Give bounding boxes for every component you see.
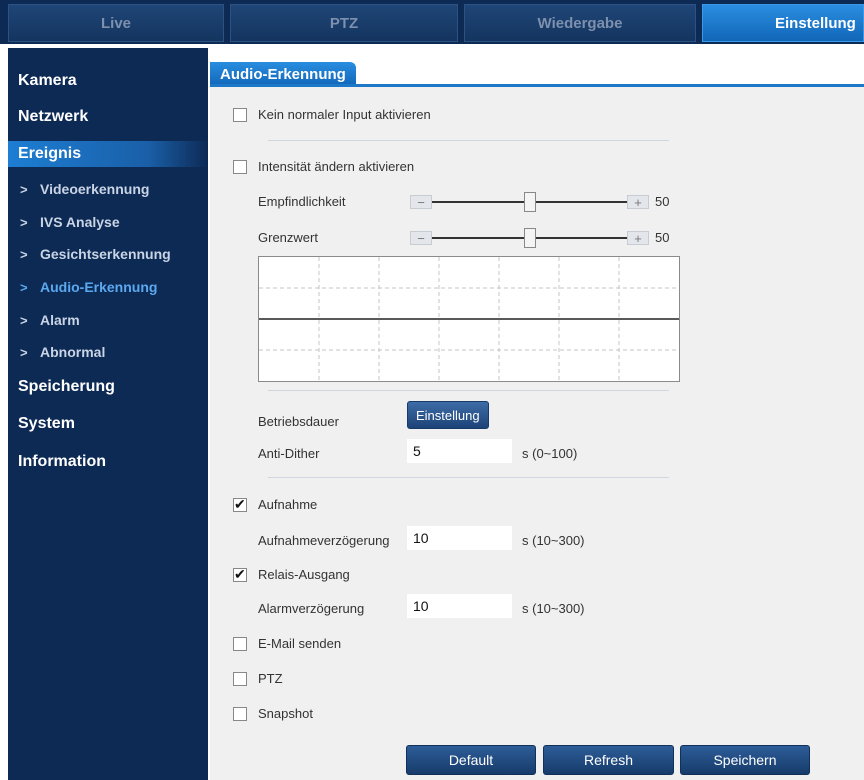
sidebar-item-storage[interactable]: Speicherung: [8, 374, 208, 400]
tab-ptz[interactable]: PTZ: [230, 4, 458, 42]
sidebar-subitem-ivs[interactable]: > IVS Analyse: [8, 210, 208, 234]
relay-output-checkbox[interactable]: [233, 566, 247, 583]
email-checkbox[interactable]: [233, 637, 247, 651]
sidebar: Kamera Netzwerk Ereignis > Videoerkennun…: [8, 48, 208, 780]
alarm-delay-unit: s (10~300): [522, 601, 585, 616]
save-button[interactable]: Speichern: [680, 745, 810, 775]
relay-output-label: Relais-Ausgang: [258, 567, 350, 582]
ptz-label: PTZ: [258, 671, 283, 686]
sidebar-item-system[interactable]: System: [8, 411, 208, 437]
chevron-right-icon: >: [20, 214, 28, 230]
sidebar-item-network[interactable]: Netzwerk: [8, 104, 208, 130]
top-navigation: Live PTZ Wiedergabe Einstellung: [0, 0, 864, 44]
plus-icon[interactable]: +: [627, 231, 649, 246]
tab-live[interactable]: Live: [8, 4, 224, 42]
alarm-delay-input[interactable]: [407, 594, 512, 618]
anti-dither-unit: s (0~100): [522, 446, 578, 461]
chevron-right-icon: >: [20, 312, 28, 328]
sidebar-subitem-abnormal[interactable]: > Abnormal: [8, 340, 208, 364]
sensitivity-label: Empfindlichkeit: [258, 194, 346, 209]
alarm-delay-label: Alarmverzögerung: [258, 601, 365, 616]
page-title: Audio-Erkennung: [210, 62, 356, 86]
sidebar-item-event[interactable]: Ereignis: [8, 141, 208, 167]
sidebar-subitem-label: IVS Analyse: [40, 214, 120, 230]
sensitivity-slider[interactable]: − + 50: [410, 192, 680, 212]
form-panel: [210, 87, 864, 780]
email-label: E-Mail senden: [258, 636, 342, 651]
record-delay-input[interactable]: [407, 526, 512, 550]
record-delay-unit: s (10~300): [522, 533, 585, 548]
sidebar-subitem-label: Abnormal: [40, 344, 106, 360]
sidebar-item-camera[interactable]: Kamera: [8, 68, 208, 94]
tab-playback[interactable]: Wiedergabe: [464, 4, 696, 42]
sidebar-item-information[interactable]: Information: [8, 449, 208, 475]
sidebar-subitem-label: Gesichtserkennung: [40, 246, 171, 262]
title-divider: [210, 84, 864, 87]
audio-level-graph: [258, 256, 680, 382]
default-button[interactable]: Default: [406, 745, 536, 775]
divider: [268, 140, 669, 141]
chevron-right-icon: >: [20, 246, 28, 262]
record-label: Aufnahme: [258, 497, 318, 512]
anti-dither-input[interactable]: [407, 439, 512, 463]
chevron-right-icon: >: [20, 279, 28, 295]
slider-handle[interactable]: [524, 228, 536, 248]
audio-graph-svg: [259, 257, 679, 381]
minus-icon[interactable]: −: [410, 195, 432, 210]
threshold-slider[interactable]: − + 50: [410, 228, 680, 248]
intensity-checkbox[interactable]: [233, 160, 247, 174]
slider-handle[interactable]: [524, 192, 536, 212]
snapshot-label: Snapshot: [258, 706, 313, 721]
sidebar-subitem-label: Videoerkennung: [40, 181, 150, 197]
sidebar-subitem-label: Audio-Erkennung: [40, 279, 158, 295]
threshold-value: 50: [655, 230, 670, 245]
sidebar-subitem-face-detection[interactable]: > Gesichtserkennung: [8, 242, 208, 266]
tab-settings[interactable]: Einstellung: [702, 4, 864, 42]
schedule-label: Betriebsdauer: [258, 414, 339, 429]
schedule-settings-button[interactable]: Einstellung: [407, 401, 489, 429]
snapshot-checkbox[interactable]: [233, 707, 247, 721]
divider: [268, 390, 669, 391]
sidebar-subitem-video-detection[interactable]: > Videoerkennung: [8, 177, 208, 201]
no-input-checkbox[interactable]: [233, 108, 247, 122]
intensity-label: Intensität ändern aktivieren: [258, 159, 415, 174]
chevron-right-icon: >: [20, 181, 28, 197]
no-input-label: Kein normaler Input aktivieren: [258, 107, 431, 122]
ptz-checkbox[interactable]: [233, 672, 247, 686]
divider: [268, 477, 669, 478]
chevron-right-icon: >: [20, 344, 28, 360]
record-checkbox[interactable]: [233, 496, 247, 513]
sidebar-subitem-label: Alarm: [40, 312, 80, 328]
minus-icon[interactable]: −: [410, 231, 432, 246]
sidebar-subitem-alarm[interactable]: > Alarm: [8, 308, 208, 332]
anti-dither-label: Anti-Dither: [258, 446, 320, 461]
plus-icon[interactable]: +: [627, 195, 649, 210]
sidebar-subitem-audio-detection[interactable]: > Audio-Erkennung: [8, 275, 208, 299]
threshold-label: Grenzwert: [258, 230, 318, 245]
record-delay-label: Aufnahmeverzögerung: [258, 533, 390, 548]
refresh-button[interactable]: Refresh: [543, 745, 674, 775]
sensitivity-value: 50: [655, 194, 670, 209]
